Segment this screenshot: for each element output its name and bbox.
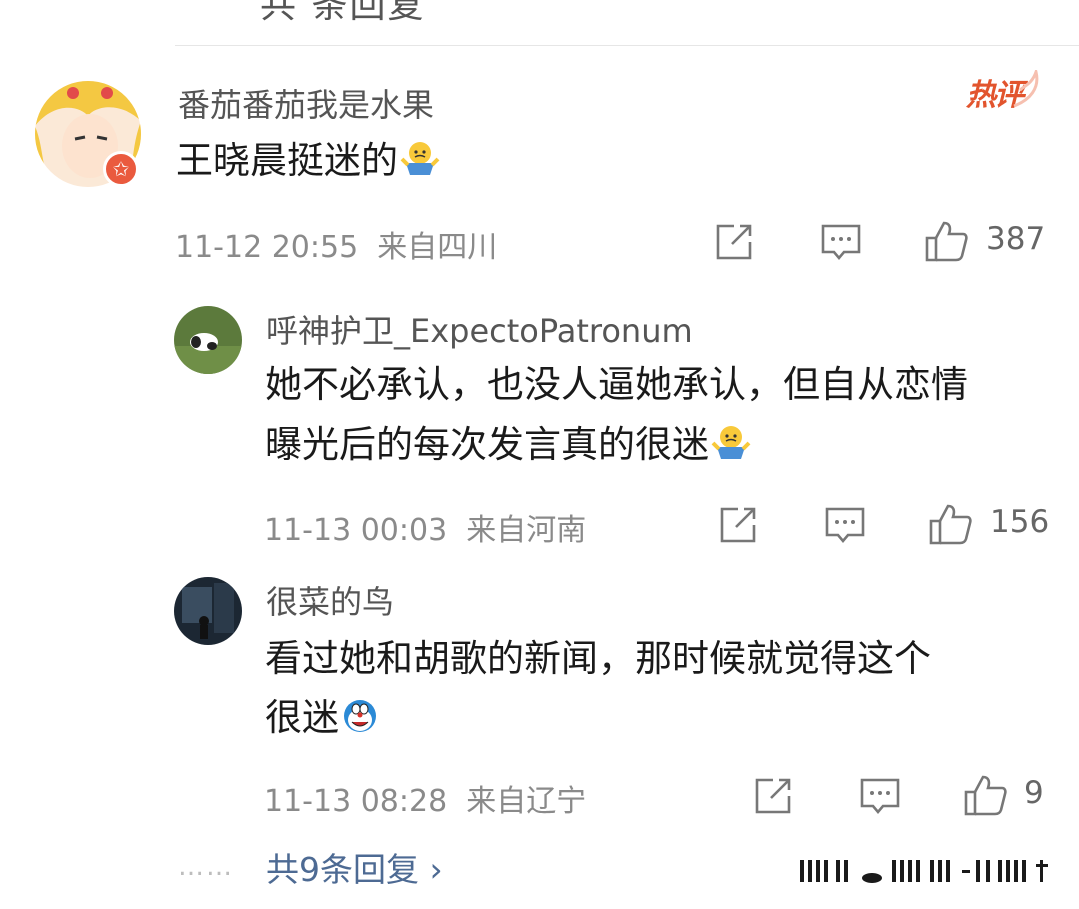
hot-badge-flame-icon xyxy=(1013,70,1039,108)
shrug-emoji-icon xyxy=(400,135,440,195)
comment-text: 王晓晨挺迷的 xyxy=(176,131,440,195)
reply-location: 来自辽宁 xyxy=(466,784,587,819)
shrug-emoji-icon xyxy=(711,419,751,479)
reply-time: 11-13 08:28 xyxy=(264,784,448,819)
like-button[interactable] xyxy=(928,503,972,545)
doraemon-emoji-icon xyxy=(341,692,379,752)
verified-badge-icon: ✩ xyxy=(103,151,139,187)
reply-timestamp: 11-13 08:28 来自辽宁 xyxy=(264,776,586,820)
like-button[interactable] xyxy=(924,220,968,262)
comment-timestamp: 11-12 20:55 来自四川 xyxy=(175,222,497,266)
comment-icon xyxy=(825,507,865,544)
comment-button[interactable] xyxy=(824,505,865,545)
like-icon xyxy=(925,221,968,262)
divider xyxy=(175,45,1079,46)
comment-location: 来自四川 xyxy=(377,230,498,265)
comment-thread: 共 条回复 ✩ 番茄番茄我是水果 热评 王晓晨挺迷的 11-12 20:55 来… xyxy=(0,0,1079,909)
like-icon xyxy=(929,504,972,545)
share-icon xyxy=(755,778,791,814)
watermark-icon xyxy=(800,860,1048,883)
share-button[interactable] xyxy=(718,505,758,545)
reply-text-line1: 看过她和胡歌的新闻，那时候就觉得这个 xyxy=(265,637,931,680)
reply-time: 11-13 00:03 xyxy=(264,513,448,548)
more-replies-link[interactable]: 共9条回复 › xyxy=(266,843,443,891)
comment-button[interactable] xyxy=(820,222,861,262)
reply-text-line2-content: 很迷 xyxy=(265,696,339,739)
more-replies-dots: …… xyxy=(178,852,234,882)
comment-icon xyxy=(821,224,861,261)
reply-username[interactable]: 很菜的鸟 xyxy=(266,577,394,623)
reply-username[interactable]: 呼神护卫_ExpectoPatronum xyxy=(266,306,693,352)
reply-text-line2-content: 曝光后的每次发言真的很迷 xyxy=(265,423,709,466)
share-icon xyxy=(720,507,756,543)
comment-text-content: 王晓晨挺迷的 xyxy=(176,139,398,182)
share-icon xyxy=(716,224,752,260)
comment-button[interactable] xyxy=(859,776,900,816)
reply-location: 来自河南 xyxy=(466,513,587,548)
avatar[interactable] xyxy=(174,306,242,374)
share-button[interactable] xyxy=(753,776,793,816)
comment-username[interactable]: 番茄番茄我是水果 xyxy=(178,80,434,126)
reply-text-line2: 很迷 xyxy=(265,688,379,752)
previous-more-replies-partial: 共 条回复 xyxy=(260,0,426,26)
like-count: 156 xyxy=(990,504,1050,540)
like-count: 387 xyxy=(986,221,1046,257)
comment-icon xyxy=(860,778,900,815)
avatar[interactable] xyxy=(174,577,242,645)
comment-time: 11-12 20:55 xyxy=(175,230,359,265)
reply-timestamp: 11-13 00:03 来自河南 xyxy=(264,505,586,549)
reply-text-line1: 她不必承认，也没人逼她承认，但自从恋情 xyxy=(265,363,968,406)
share-button[interactable] xyxy=(714,222,754,262)
like-icon xyxy=(964,775,1007,816)
reply-text-line2: 曝光后的每次发言真的很迷 xyxy=(265,415,751,479)
like-button[interactable] xyxy=(963,774,1007,816)
like-count: 9 xyxy=(1024,775,1044,811)
